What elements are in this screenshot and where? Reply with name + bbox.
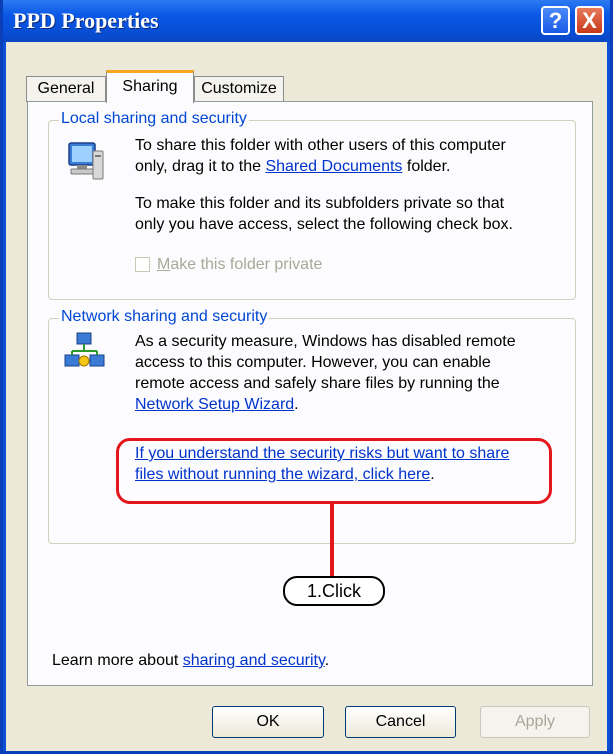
window-title: PPD Properties [13, 8, 159, 33]
callout-line [330, 504, 334, 576]
step-1-click-label: 1.Click [283, 576, 385, 606]
make-private-checkbox[interactable] [135, 257, 150, 272]
network-security-text: As a security measure, Windows has disab… [135, 333, 516, 413]
learn-more-text: Learn more about sharing and security. [52, 652, 330, 669]
shared-documents-link[interactable]: Shared Documents [265, 158, 402, 175]
tab-customize[interactable]: Customize [194, 76, 284, 102]
local-share-text: To share this folder with other users of… [135, 137, 506, 175]
network-sharing-group: Network sharing and security As a securi… [48, 308, 576, 544]
local-sharing-group: Local sharing and security To share this… [48, 110, 576, 300]
computer-icon [65, 139, 105, 183]
cancel-button[interactable]: Cancel [345, 706, 456, 738]
click-highlight-box [116, 438, 552, 504]
local-sharing-title: Local sharing and security [59, 110, 249, 128]
title-bar[interactable]: PPD Properties ? X [3, 0, 610, 42]
apply-button[interactable]: Apply [480, 706, 590, 738]
dialog-client-area: General Sharing Customize Local sharing … [6, 42, 607, 751]
close-button[interactable]: X [575, 6, 604, 35]
network-sharing-title: Network sharing and security [59, 308, 270, 326]
private-folder-text: To make this folder and its subfolders p… [135, 195, 513, 233]
tab-sharing[interactable]: Sharing [106, 70, 194, 103]
properties-dialog: PPD Properties ? X General Sharing Custo… [0, 0, 613, 754]
sharing-security-help-link[interactable]: sharing and security [183, 652, 325, 669]
tab-general[interactable]: General [26, 76, 106, 102]
make-private-label[interactable]: Make this folder private [157, 254, 322, 275]
ok-button[interactable]: OK [212, 706, 324, 738]
network-icon [63, 331, 107, 375]
network-setup-wizard-link[interactable]: Network Setup Wizard [135, 396, 294, 413]
help-button[interactable]: ? [541, 6, 570, 35]
